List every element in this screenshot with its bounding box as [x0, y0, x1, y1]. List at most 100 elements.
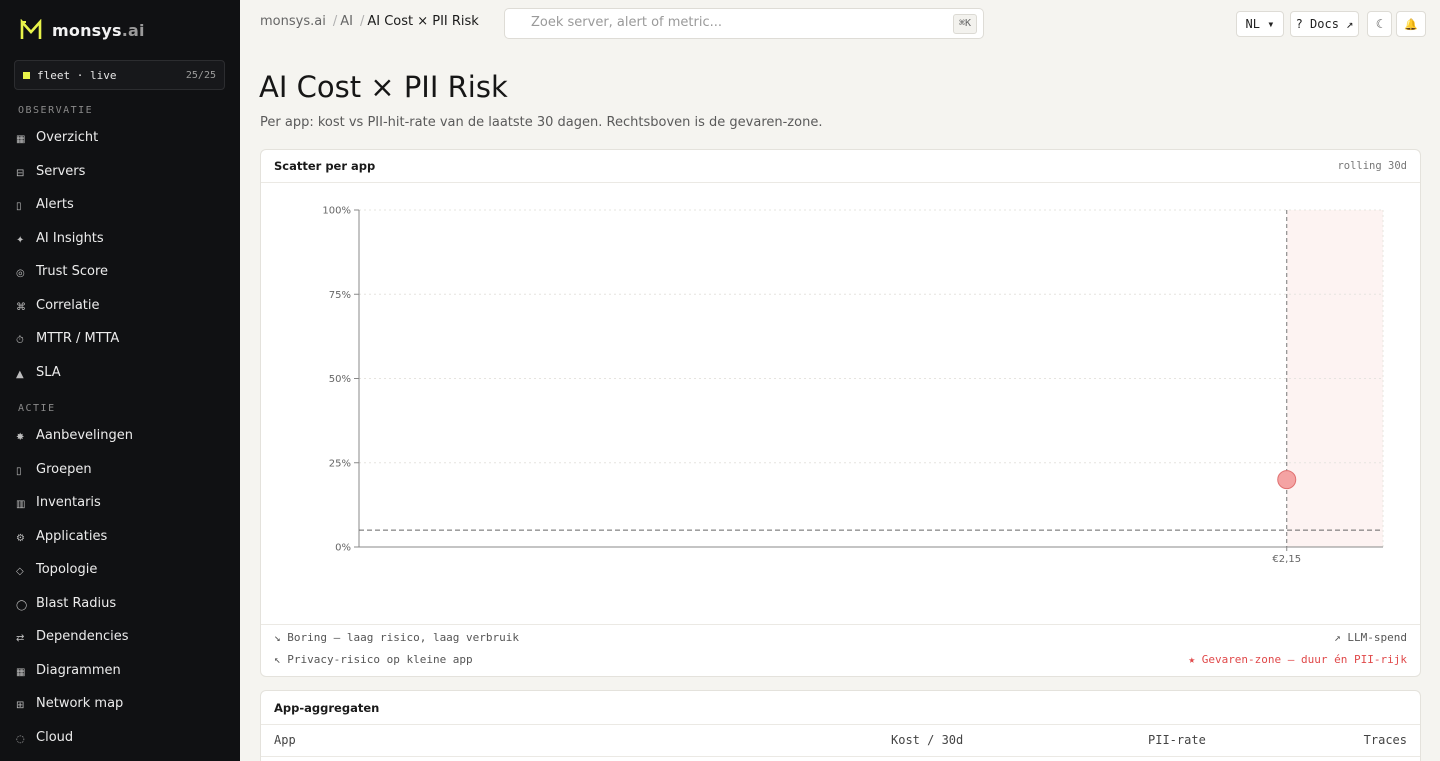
- column-header-traces[interactable]: Traces: [1364, 733, 1407, 747]
- scatter-card-header: Scatter per app rolling 30d: [261, 150, 1420, 183]
- sidebar-item-ai-insights[interactable]: ✦ AI Insights: [0, 222, 240, 256]
- sidebar: monsys.ai fleet · live 25/25 OBSERVATIE ▦…: [0, 0, 240, 761]
- fleet-label: fleet · live: [37, 68, 117, 82]
- logo-icon: [20, 19, 42, 39]
- sidebar-section-label: OBSERVATIE: [18, 105, 94, 116]
- sidebar-item-diagrammen[interactable]: ▦ Diagrammen: [0, 654, 240, 688]
- grid-icon: ▦: [16, 134, 26, 146]
- sidebar-item-label: Diagrammen: [36, 662, 121, 678]
- sidebar-section-label: ACTIE: [18, 403, 56, 414]
- inventory-icon: ▥: [16, 499, 26, 511]
- sidebar-item-label: Network map: [36, 696, 124, 712]
- sidebar-item-label: Groepen: [36, 461, 92, 477]
- legend-privacy-risk: ↖ Privacy-risico op kleine app: [274, 653, 473, 666]
- scatter-card-title: Scatter per app: [274, 159, 376, 173]
- x-tick-label: €2,15: [1272, 554, 1301, 565]
- live-indicator-icon: [23, 71, 30, 79]
- search-box[interactable]: ⌘K: [504, 8, 984, 39]
- folder-icon: ▯: [16, 465, 22, 477]
- sidebar-item-sla[interactable]: ▲ SLA: [0, 356, 240, 390]
- bell-icon: ▯: [16, 201, 22, 213]
- page-title: AI Cost × PII Risk: [259, 70, 508, 104]
- gear-icon: ⚙: [16, 532, 25, 544]
- sidebar-item-label: Correlatie: [36, 297, 100, 313]
- fleet-status[interactable]: fleet · live 25/25: [14, 60, 225, 90]
- aggregates-card-header: App-aggregaten: [261, 691, 1420, 724]
- sidebar-item-servers[interactable]: ⊟ Servers: [0, 155, 240, 189]
- stopwatch-icon: ⏱: [16, 335, 24, 347]
- star-burst-icon: ✸: [16, 432, 25, 444]
- sidebar-item-label: Servers: [36, 163, 86, 179]
- fleet-count: 25/25: [185, 69, 216, 81]
- cloud-icon: ◌: [16, 733, 25, 745]
- breadcrumb: monsys.ai / AI / AI Cost × PII Risk: [260, 14, 479, 29]
- breadcrumb-section[interactable]: AI: [340, 14, 353, 29]
- legend-boring: ↘ Boring — laag risico, laag verbruik: [274, 631, 520, 644]
- sparkle-icon: ✦: [16, 234, 25, 246]
- sidebar-nav: OBSERVATIE ▦ Overzicht ⊟ Servers ▯ Alerts ✦ AI I…: [0, 104, 240, 754]
- legend-llm-spend: ↗ LLM-spend: [1334, 631, 1407, 644]
- y-tick-label: 50%: [329, 374, 351, 385]
- triangle-icon: ▲: [16, 368, 24, 380]
- target-icon: ◎: [16, 268, 25, 280]
- sidebar-item-alerts[interactable]: ▯ Alerts: [0, 188, 240, 222]
- chart-legend: ↘ Boring — laag risico, laag verbruik ↖ …: [261, 624, 1420, 677]
- scatter-chart: 0% 25% 50% 75% 100% €2,15: [322, 206, 1384, 565]
- sidebar-item-label: Trust Score: [36, 264, 109, 280]
- diagram-icon: ▦: [16, 666, 26, 678]
- notification-bell-icon[interactable]: 🔔: [1396, 11, 1426, 37]
- correlation-icon: ⌘: [16, 301, 26, 313]
- arrows-icon: ⇄: [16, 633, 25, 645]
- scatter-card: Scatter per app rolling 30d 0% 25% 50% 75% 1…: [260, 149, 1421, 677]
- column-header-cost[interactable]: Kost / 30d: [891, 733, 963, 747]
- sidebar-item-label: Applicaties: [36, 528, 108, 544]
- breadcrumb-current: AI Cost × PII Risk: [367, 14, 479, 29]
- breadcrumb-root[interactable]: monsys.ai: [260, 14, 326, 29]
- sidebar-item-label: Inventaris: [36, 495, 101, 511]
- sidebar-item-label: Cloud: [36, 729, 74, 745]
- diamond-icon: ◇: [16, 566, 24, 578]
- sidebar-item-label: Topologie: [36, 562, 98, 578]
- sidebar-item-overzicht[interactable]: ▦ Overzicht: [0, 121, 240, 155]
- scatter-card-range: rolling 30d: [1337, 160, 1407, 172]
- page-subtitle: Per app: kost vs PII-hit-rate van de laa…: [260, 115, 823, 130]
- sidebar-item-label: MTTR / MTTA: [36, 331, 120, 347]
- legend-danger-zone: ★ Gevaren-zone — duur én PII-rijk: [1188, 653, 1407, 666]
- aggregates-card: App-aggregaten App Kost / 30d PII-rate T…: [260, 690, 1421, 761]
- sidebar-item-label: SLA: [36, 364, 61, 380]
- sidebar-item-blast-radius[interactable]: ◯ Blast Radius: [0, 587, 240, 621]
- docs-button[interactable]: ? Docs ↗: [1290, 11, 1359, 37]
- topbar: monsys.ai/AI/AI Cost × PII Risk ⌘K NL ▾ …: [240, 0, 1440, 46]
- sidebar-item-label: Overzicht: [36, 130, 99, 146]
- sidebar-item-correlatie[interactable]: ⌘ Correlatie: [0, 289, 240, 323]
- sidebar-item-topologie[interactable]: ◇ Topologie: [0, 553, 240, 587]
- y-tick-label: 75%: [329, 290, 351, 301]
- sidebar-item-cloud[interactable]: ◌ Cloud: [0, 721, 240, 755]
- aggregates-card-title: App-aggregaten: [274, 700, 380, 715]
- sidebar-item-inventaris[interactable]: ▥ Inventaris: [0, 486, 240, 520]
- y-tick-label: 100%: [322, 206, 351, 217]
- sidebar-item-applicaties[interactable]: ⚙ Applicaties: [0, 520, 240, 554]
- search-input[interactable]: [531, 15, 931, 30]
- network-icon: ⊞: [16, 700, 25, 712]
- sidebar-item-label: AI Insights: [36, 230, 104, 246]
- brand-name: monsys.ai: [52, 20, 145, 40]
- sidebar-item-label: Dependencies: [36, 629, 129, 645]
- sidebar-item-aanbevelingen[interactable]: ✸ Aanbevelingen: [0, 419, 240, 453]
- circle-icon: ◯: [16, 599, 28, 611]
- server-icon: ⊟: [16, 167, 25, 179]
- brand[interactable]: monsys.ai: [0, 0, 240, 60]
- language-select[interactable]: NL ▾: [1236, 11, 1284, 37]
- sidebar-item-dependencies[interactable]: ⇄ Dependencies: [0, 620, 240, 654]
- column-header-pii-rate[interactable]: PII-rate: [1148, 733, 1206, 747]
- column-header-app[interactable]: App: [274, 733, 296, 747]
- sidebar-item-label: Blast Radius: [36, 595, 117, 611]
- table-header-row: App Kost / 30d PII-rate Traces: [261, 724, 1420, 757]
- sidebar-item-mttr-mtta[interactable]: ⏱ MTTR / MTTA: [0, 322, 240, 356]
- sidebar-item-network-map[interactable]: ⊞ Network map: [0, 687, 240, 721]
- sidebar-item-trust-score[interactable]: ◎ Trust Score: [0, 255, 240, 289]
- y-tick-label: 0%: [335, 543, 351, 554]
- app-data-point: [1277, 470, 1297, 490]
- sidebar-item-groepen[interactable]: ▯ Groepen: [0, 453, 240, 487]
- theme-toggle-icon[interactable]: ☾: [1367, 11, 1392, 37]
